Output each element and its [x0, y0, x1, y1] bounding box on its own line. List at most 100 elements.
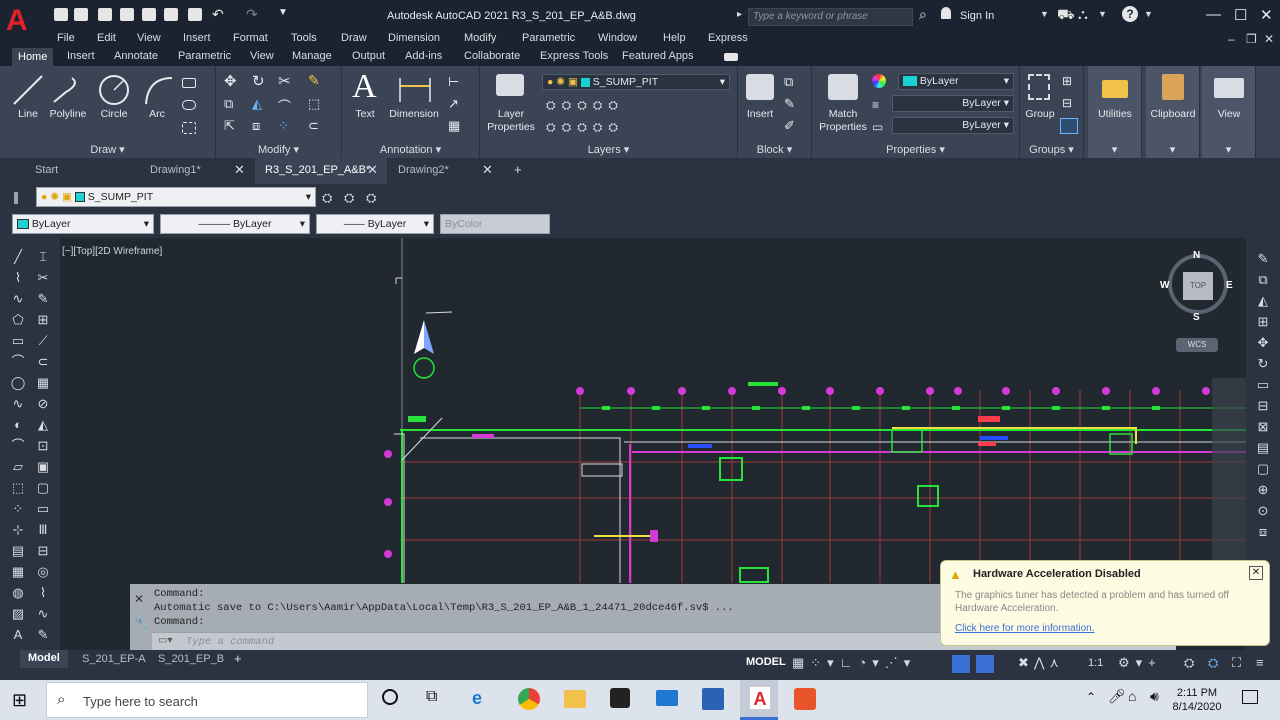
viewcube-east[interactable]: E: [1226, 280, 1233, 291]
edge-icon[interactable]: e: [472, 688, 482, 709]
block-panel-title[interactable]: Block ▾: [738, 143, 811, 156]
draw-toolbar-column[interactable]: ╱ ⌇ ∿ ⬠ ▭ ⌒ ◯ ∿ ◐ ⌒ ▱ ⬚ ⁘ ⊹ ▤ ▦ ◍ ▨ A: [9, 246, 27, 646]
search-expand-icon[interactable]: ▸: [737, 9, 742, 20]
maximize-icon[interactable]: ☐: [1234, 6, 1247, 24]
save-icon[interactable]: [98, 8, 112, 21]
match-properties-label[interactable]: Match Properties: [814, 108, 872, 134]
ribbon-toggle-icon[interactable]: [724, 53, 738, 61]
task-view-icon[interactable]: ⧉: [426, 688, 437, 706]
tab-add-ins[interactable]: Add-ins: [405, 50, 442, 62]
command-prompt-icon[interactable]: ▭▾: [158, 635, 172, 646]
menu-draw[interactable]: Draw: [341, 32, 367, 44]
hardware-acceleration-icon[interactable]: ⛭: [1184, 655, 1194, 671]
menu-view[interactable]: View: [137, 32, 161, 44]
layer-states-icon[interactable]: ⛭: [366, 190, 376, 206]
explode-icon[interactable]: ⬚: [308, 96, 320, 112]
doc-tab-drawing1[interactable]: Drawing1*: [150, 164, 201, 176]
otrack-toggle[interactable]: [976, 655, 994, 673]
wcs-menu[interactable]: WCS: [1176, 338, 1218, 352]
menu-express[interactable]: Express: [708, 32, 748, 44]
clean-screen-icon[interactable]: ⛶: [1232, 655, 1241, 671]
modify-toolbar-column[interactable]: ⌶ ✂ ✎ ⊞ ⟋ ⊂ ▦ ⊘ ◭ ⊡ ▣ ▢ ▭ Ⅲ ⊟ ◎ ⌇ ∿ ✎: [34, 246, 52, 646]
arc-icon[interactable]: [142, 74, 174, 106]
groups-panel-title[interactable]: Groups ▾: [1020, 143, 1083, 156]
multileader-icon[interactable]: ↗: [448, 96, 459, 112]
close-tab-icon[interactable]: ✕: [367, 162, 378, 178]
utilities-panel[interactable]: Utilities ▾: [1088, 66, 1142, 158]
mirror-icon[interactable]: ◭: [252, 96, 262, 112]
photos-icon[interactable]: [702, 688, 724, 710]
viewport-controls[interactable]: [−][Top][2D Wireframe]: [62, 246, 162, 257]
doc-tab-start[interactable]: Start: [35, 164, 58, 176]
viewcube-top[interactable]: TOP: [1183, 272, 1213, 300]
close-command-icon[interactable]: ✕: [134, 592, 144, 606]
volume-icon[interactable]: 🔊︎: [1150, 688, 1159, 705]
trim-icon[interactable]: ✂: [278, 72, 291, 90]
help-icon[interactable]: ?: [1122, 6, 1138, 22]
color-dropdown[interactable]: ByLayer ▾: [898, 73, 1014, 90]
minimize-icon[interactable]: —: [1206, 6, 1221, 23]
line-label[interactable]: Line: [8, 108, 48, 120]
polyline-label[interactable]: Polyline: [44, 108, 92, 120]
model-space-toggle[interactable]: MODEL: [746, 656, 786, 668]
viewcube-south[interactable]: S: [1193, 312, 1200, 323]
isolate-objects-icon[interactable]: ⛭: [1208, 655, 1218, 671]
autodesk-app-icon[interactable]: ⛬: [1078, 6, 1088, 23]
linetype-dropdown[interactable]: ByLayer ▾: [892, 117, 1014, 134]
more-info-link[interactable]: Click here for more information.: [955, 623, 1095, 634]
network-icon[interactable]: ⌂: [1128, 688, 1136, 704]
menu-insert[interactable]: Insert: [183, 32, 211, 44]
layers-panel-title[interactable]: Layers ▾: [480, 143, 737, 156]
new-file-icon[interactable]: [54, 8, 68, 21]
microphone-icon[interactable]: 🎤︎: [1108, 688, 1126, 705]
color-combo[interactable]: ByLayer ▾: [12, 214, 154, 234]
tab-collaborate[interactable]: Collaborate: [464, 50, 520, 62]
group-label[interactable]: Group: [1022, 108, 1058, 120]
edit-block-icon[interactable]: ✎: [784, 96, 795, 112]
menu-dimension[interactable]: Dimension: [388, 32, 440, 44]
view-panel[interactable]: View ▾: [1202, 66, 1256, 158]
plot-icon[interactable]: [188, 8, 202, 21]
add-layout-icon[interactable]: +: [234, 651, 242, 666]
circle-icon[interactable]: [98, 74, 130, 106]
layout-tab-ep-a[interactable]: S_201_EP-A: [82, 653, 146, 665]
edit-attributes-icon[interactable]: ✐: [784, 118, 795, 134]
group-selection-icon[interactable]: [1060, 118, 1078, 134]
color-wheel-icon[interactable]: [872, 74, 886, 88]
menu-parametric[interactable]: Parametric: [522, 32, 575, 44]
annotation-toggles[interactable]: ✖⋀⋏: [1018, 655, 1064, 671]
scale-icon[interactable]: ⧈: [252, 118, 260, 134]
circle-label[interactable]: Circle: [94, 108, 134, 120]
create-block-icon[interactable]: ⧉: [784, 74, 793, 90]
tab-insert[interactable]: Insert: [67, 50, 95, 62]
customize-icon[interactable]: 🔧: [134, 616, 149, 630]
camtasia-icon[interactable]: [794, 688, 816, 710]
menu-format[interactable]: Format: [233, 32, 268, 44]
doc-tab-drawing2[interactable]: Drawing2*: [398, 164, 449, 176]
tray-overflow-icon[interactable]: ⌃: [1086, 690, 1096, 704]
app-dropdown-icon[interactable]: ▼: [1098, 9, 1107, 19]
qat-dropdown-icon[interactable]: ▼: [278, 7, 288, 18]
workspace-toggles[interactable]: ⚙▾+: [1118, 655, 1162, 671]
rotate-icon[interactable]: ↻: [252, 72, 265, 90]
group-icon[interactable]: [1028, 74, 1050, 100]
menu-help[interactable]: Help: [663, 32, 686, 44]
group-edit-icon[interactable]: ⊟: [1062, 96, 1072, 110]
offset-icon[interactable]: ⊂: [308, 118, 319, 134]
tab-featured-apps[interactable]: Featured Apps: [622, 50, 694, 62]
move-icon[interactable]: ✥: [224, 72, 237, 90]
tab-express-tools[interactable]: Express Tools: [540, 50, 608, 62]
match-properties-icon[interactable]: [828, 74, 858, 100]
layer-tools-row-2[interactable]: ⛭⛭⛭⛭⛭: [546, 120, 624, 135]
draw-panel-title[interactable]: Draw ▾: [0, 143, 215, 156]
open-file-icon[interactable]: [74, 8, 88, 21]
tab-annotate[interactable]: Annotate: [114, 50, 158, 62]
sign-in-link[interactable]: Sign In: [960, 10, 994, 22]
hatch-icon[interactable]: [182, 122, 196, 134]
doc-close-icon[interactable]: ✕: [1264, 32, 1274, 46]
linetype-combo[interactable]: ——— ByLayer ▾: [160, 214, 310, 234]
modify-panel-title[interactable]: Modify ▾: [216, 143, 341, 156]
close-window-icon[interactable]: ✕: [1260, 6, 1273, 24]
clipboard-panel[interactable]: Clipboard ▾: [1146, 66, 1200, 158]
undo-icon[interactable]: ↶: [212, 6, 224, 23]
